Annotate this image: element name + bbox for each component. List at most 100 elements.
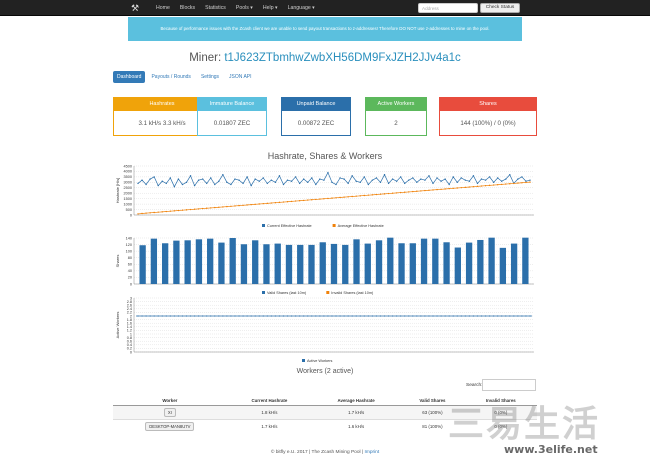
data-point: [303, 315, 305, 317]
stat-card: Immature Balance 0.01807 ZEC: [197, 97, 267, 136]
worker-name-button[interactable]: DESKTOP-MAN8U7V: [145, 422, 195, 431]
average-hashrate-cell: 1.7 kH/s: [312, 405, 401, 420]
data-point: [153, 315, 155, 317]
y-tick-label: 4500: [124, 164, 132, 168]
data-point: [145, 315, 147, 317]
data-point: [254, 203, 256, 206]
top-navbar: ⚒ Home Blocks Statistics Pools ▾ Help ▾ …: [0, 0, 650, 16]
data-point: [424, 315, 426, 317]
y-tick-label: 2: [130, 314, 132, 318]
data-point: [165, 182, 167, 185]
data-point: [412, 190, 414, 193]
check-status-button[interactable]: Check Status: [480, 3, 520, 13]
data-point: [343, 315, 345, 317]
data-point: [456, 315, 458, 317]
share-bar: [173, 240, 180, 284]
data-point: [371, 179, 374, 181]
data-point: [149, 212, 151, 214]
data-point: [246, 176, 248, 178]
data-point: [501, 315, 503, 317]
data-point: [242, 182, 244, 185]
data-point: [262, 202, 264, 205]
data-point: [351, 175, 353, 177]
chart-title: Hashrate, Shares & Workers: [267, 151, 383, 161]
data-point: [210, 177, 212, 179]
worker-name-button[interactable]: XI: [163, 408, 176, 417]
stat-card-title: Unpaid Balance: [282, 98, 350, 111]
data-point: [497, 315, 499, 317]
nav-statistics[interactable]: Statistics: [200, 0, 231, 16]
data-point: [476, 185, 479, 188]
legend-label: Valid Shares (last 10m): [267, 291, 307, 295]
data-point: [137, 213, 139, 215]
nav-home[interactable]: Home: [151, 0, 175, 16]
data-point: [355, 180, 357, 182]
data-point: [214, 183, 216, 186]
data-point: [165, 210, 167, 213]
share-bar: [252, 240, 259, 284]
current-hashrate-cell: 1.8 kH/s: [226, 405, 313, 420]
data-point: [234, 315, 236, 317]
y-tick-label: 4000: [124, 170, 132, 174]
nav-blocks[interactable]: Blocks: [175, 0, 200, 16]
workers-search-input[interactable]: [482, 379, 536, 391]
y-tick-label: 0.2: [127, 347, 132, 351]
tab-json-api[interactable]: JSON API: [225, 71, 256, 83]
data-point: [230, 183, 232, 186]
data-point: [307, 199, 309, 201]
nav-pools-dropdown[interactable]: Pools ▾: [231, 0, 258, 16]
data-point: [509, 183, 511, 185]
data-point: [412, 315, 414, 317]
tab-payouts-rounds[interactable]: Payouts / Rounds: [147, 71, 194, 83]
data-point: [319, 198, 321, 200]
col-average-hashrate[interactable]: Average Hashrate: [312, 396, 401, 406]
data-point: [327, 315, 329, 317]
data-point: [198, 315, 200, 317]
share-bar: [353, 239, 360, 284]
y-tick-label: 20: [128, 276, 132, 280]
data-point: [448, 187, 450, 190]
data-point: [201, 178, 204, 180]
data-point: [145, 212, 147, 214]
data-point: [157, 315, 159, 317]
share-bar: [499, 247, 507, 284]
data-point: [206, 315, 208, 317]
col-worker[interactable]: Worker: [113, 396, 227, 406]
share-bar: [375, 240, 383, 284]
tab-dashboard[interactable]: Dashboard: [113, 71, 146, 83]
data-point: [331, 315, 333, 317]
nav-language-dropdown[interactable]: Language ▾: [283, 0, 320, 16]
data-point: [525, 181, 527, 184]
data-point: [412, 177, 414, 179]
data-point: [408, 191, 410, 193]
data-point: [404, 182, 406, 185]
data-point: [323, 198, 325, 200]
share-bar: [364, 243, 371, 284]
pickaxe-logo-icon[interactable]: ⚒: [131, 3, 141, 13]
imprint-link[interactable]: Imprint: [365, 450, 380, 455]
data-point: [161, 315, 163, 317]
stat-card-value: 3.1 kH/s 3.3 kH/s: [138, 120, 186, 127]
data-point: [331, 197, 333, 199]
share-bar: [330, 243, 338, 284]
data-point: [505, 178, 507, 180]
data-point: [436, 315, 438, 317]
data-point: [165, 315, 167, 317]
tab-settings[interactable]: Settings: [197, 71, 223, 83]
address-input[interactable]: Address: [418, 3, 478, 13]
y-tick-label: 0.6: [127, 340, 132, 344]
data-point: [335, 197, 337, 199]
data-point: [302, 178, 305, 180]
legend-label: Average Effective Hashrate: [338, 224, 384, 228]
nav-help-dropdown[interactable]: Help ▾: [258, 0, 283, 16]
data-point: [214, 315, 216, 317]
y-tick-label: 0.4: [127, 343, 132, 347]
data-point: [383, 174, 386, 176]
col-current-hashrate[interactable]: Current Hashrate: [226, 396, 313, 406]
data-point: [250, 184, 252, 187]
data-point: [278, 315, 281, 317]
data-point: [347, 196, 349, 198]
data-point: [250, 315, 252, 317]
data-point: [218, 315, 220, 317]
data-point: [339, 196, 341, 199]
